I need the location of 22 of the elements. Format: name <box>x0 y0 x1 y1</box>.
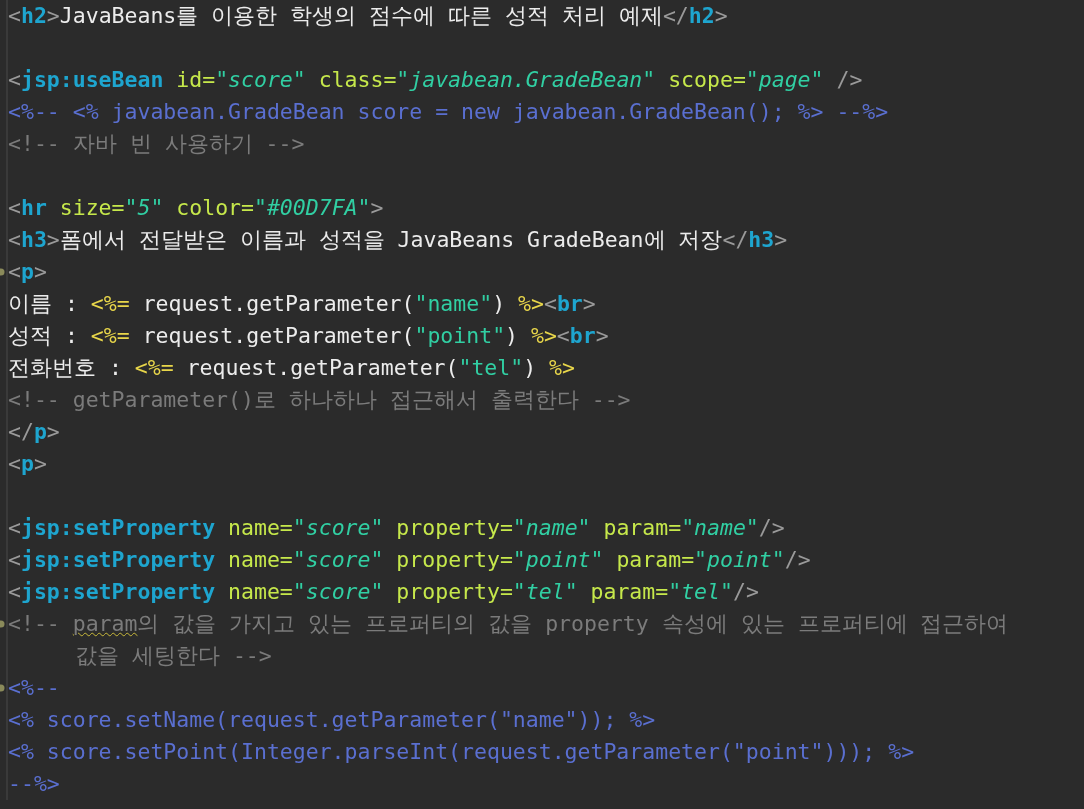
code-line: <%-- <% javabean.GradeBean score = new javabean.GradeBean(); %> --%> <box>8 98 889 126</box>
code-line: 전화번호 : <%= request.getParameter("tel") %> <box>8 354 575 382</box>
code-line: <!-- getParameter()로 하나하나 접근해서 출력한다 --> <box>8 386 631 414</box>
code-line: <jsp:setProperty name="score" property="point" param="point"/> <box>8 546 811 574</box>
code-line: <hr size="5" color="#00D7FA"> <box>8 194 384 222</box>
code-line: <%-- <box>8 674 60 702</box>
code-line: <h2>JavaBeans를 이용한 학생의 점수에 따른 성적 처리 예제</h2> <box>8 2 728 30</box>
code-line: <jsp:useBean id="score" class="javabean.GradeBean" scope="page" /> <box>8 66 863 94</box>
code-line: <jsp:setProperty name="score" property="name" param="name"/> <box>8 514 785 542</box>
code-line: <h3>폼에서 전달받은 이름과 성적을 JavaBeans GradeBean에 저장</h3> <box>8 226 788 254</box>
code-line: 값을 세팅한다 --> <box>74 642 272 670</box>
code-line: --%> <box>8 770 60 798</box>
code-line: 성적 : <%= request.getParameter("point") %><br> <box>8 322 609 350</box>
code-line: <!-- param의 값을 가지고 있는 프로퍼티의 값을 property 속성에 있는 프로퍼티에 접근하여 <box>8 610 1009 638</box>
code-line: <p> <box>8 258 47 286</box>
code-line: 이름 : <%= request.getParameter("name") %><br> <box>8 290 596 318</box>
code-line: <% score.setPoint(Integer.parseInt(request.getParameter("point"))); %> <box>8 738 915 766</box>
code-line: <% score.setName(request.getParameter("name")); %> <box>8 706 656 734</box>
code-line: <p> <box>8 450 47 478</box>
code-line: <!-- 자바 빈 사용하기 --> <box>8 130 305 158</box>
code-line: <jsp:setProperty name="score" property="tel" param="tel"/> <box>8 578 759 606</box>
code-line: </p> <box>8 418 60 446</box>
